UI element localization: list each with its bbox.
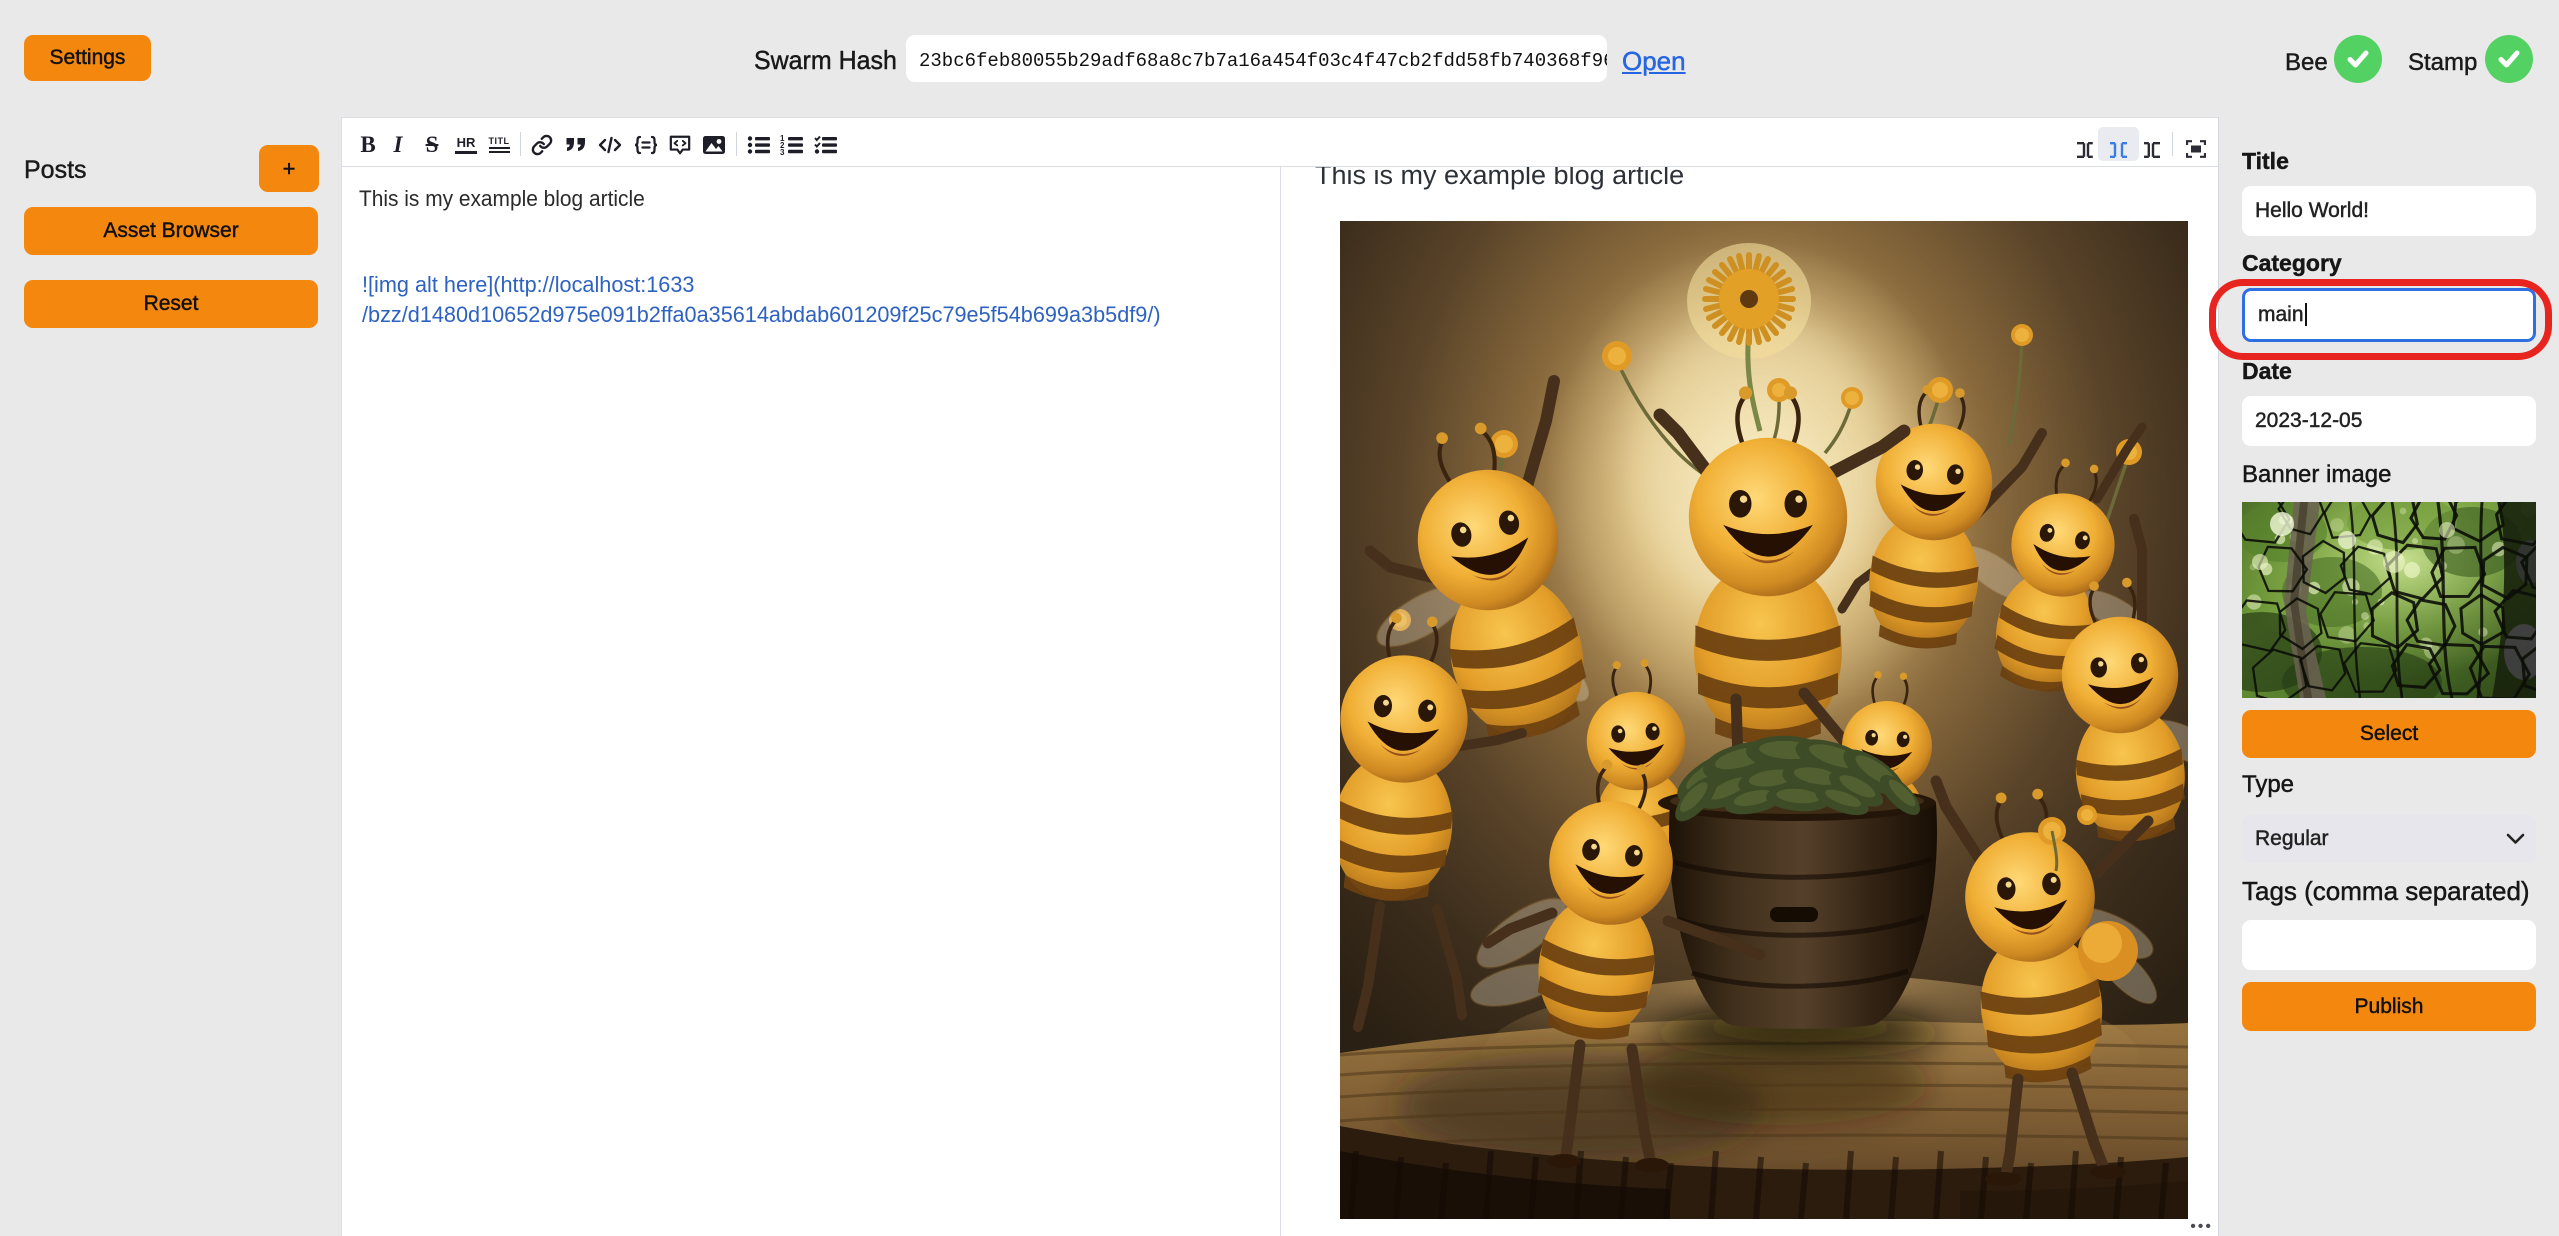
svg-text:3: 3: [780, 148, 785, 156]
